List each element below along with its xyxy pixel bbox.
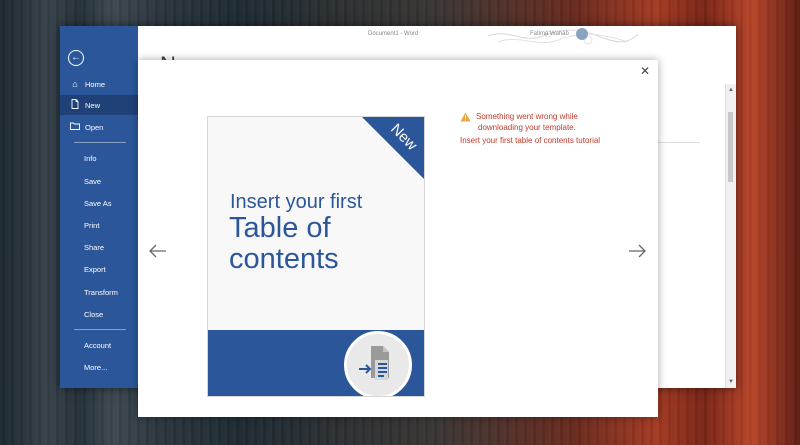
- sidebar-item-label: Export: [84, 264, 106, 274]
- sidebar-item-more[interactable]: More...: [60, 357, 138, 377]
- sidebar-item-label: More...: [84, 362, 108, 372]
- scroll-thumb[interactable]: [728, 112, 733, 182]
- next-arrow-icon[interactable]: [626, 240, 648, 262]
- sidebar-item-share[interactable]: Share: [60, 237, 138, 257]
- sidebar-item-info[interactable]: Info: [60, 148, 138, 168]
- error-message-line2: downloading your template.: [478, 123, 576, 132]
- sidebar-item-label: Print: [84, 220, 100, 230]
- download-error: Something went wrong while downloading y…: [460, 111, 630, 146]
- sidebar-divider: [74, 329, 126, 330]
- sidebar-item-label: Transform: [84, 287, 118, 297]
- sidebar-item-label: Close: [84, 309, 104, 319]
- title-bar-ornament: [488, 29, 638, 45]
- sidebar-item-label: Home: [85, 79, 106, 89]
- sidebar-item-label: Info: [84, 153, 97, 163]
- sidebar-item-export[interactable]: Export: [60, 259, 138, 279]
- home-icon: ⌂: [72, 79, 78, 89]
- sidebar-item-account[interactable]: Account: [60, 335, 138, 355]
- user-name[interactable]: Fatima Wahab: [530, 31, 569, 37]
- sidebar-item-open[interactable]: Open: [60, 117, 138, 137]
- sidebar-divider: [74, 142, 126, 143]
- sidebar-item-save[interactable]: Save: [60, 171, 138, 191]
- folder-icon: [70, 122, 80, 132]
- close-icon[interactable]: ✕: [640, 64, 650, 78]
- back-arrow-icon[interactable]: ←: [68, 50, 84, 66]
- sidebar-item-label: Save: [84, 176, 102, 186]
- sidebar-item-home[interactable]: ⌂ Home: [60, 74, 138, 94]
- template-thumbnail[interactable]: New Insert your first Table of contents: [207, 116, 425, 397]
- sidebar-item-save-as[interactable]: Save As: [60, 193, 138, 213]
- sidebar-item-label: Account: [84, 340, 112, 350]
- sidebar-item-new[interactable]: New: [60, 95, 138, 115]
- template-title-small: Insert your first: [230, 191, 363, 213]
- sidebar-item-label: Share: [84, 242, 105, 252]
- table-of-contents-icon: [359, 346, 389, 380]
- scroll-down-icon[interactable]: ▼: [727, 378, 735, 386]
- new-ribbon: New: [362, 117, 424, 179]
- previous-arrow-icon[interactable]: [147, 240, 169, 262]
- sidebar-item-label: Save As: [84, 198, 112, 208]
- template-name: Insert your first table of contents tuto…: [460, 136, 601, 145]
- avatar[interactable]: [576, 28, 588, 40]
- sidebar-item-label: New: [85, 100, 101, 110]
- template-title-large: Table of contents: [229, 212, 339, 275]
- sidebar-item-label: Open: [85, 122, 104, 132]
- scroll-up-icon[interactable]: ▲: [727, 86, 735, 94]
- sidebar-item-transform[interactable]: Transform: [60, 282, 138, 302]
- backstage-sidebar: ← ⌂ Home New Open Info Save Save As Prin…: [60, 26, 138, 388]
- sidebar-item-print[interactable]: Print: [60, 215, 138, 235]
- sidebar-item-close[interactable]: Close: [60, 304, 138, 324]
- document-title: Document1 - Word: [368, 31, 419, 37]
- title-bar: Document1 - Word Fatima Wahab: [138, 26, 736, 45]
- error-message-line1: Something went wrong while: [476, 112, 578, 121]
- warning-icon: [460, 112, 471, 122]
- new-document-icon: [70, 99, 80, 111]
- template-preview-dialog: ✕ New Insert your first Table of content…: [138, 60, 658, 417]
- toc-badge: [344, 331, 412, 396]
- vertical-scrollbar[interactable]: ▲ ▼: [725, 84, 736, 388]
